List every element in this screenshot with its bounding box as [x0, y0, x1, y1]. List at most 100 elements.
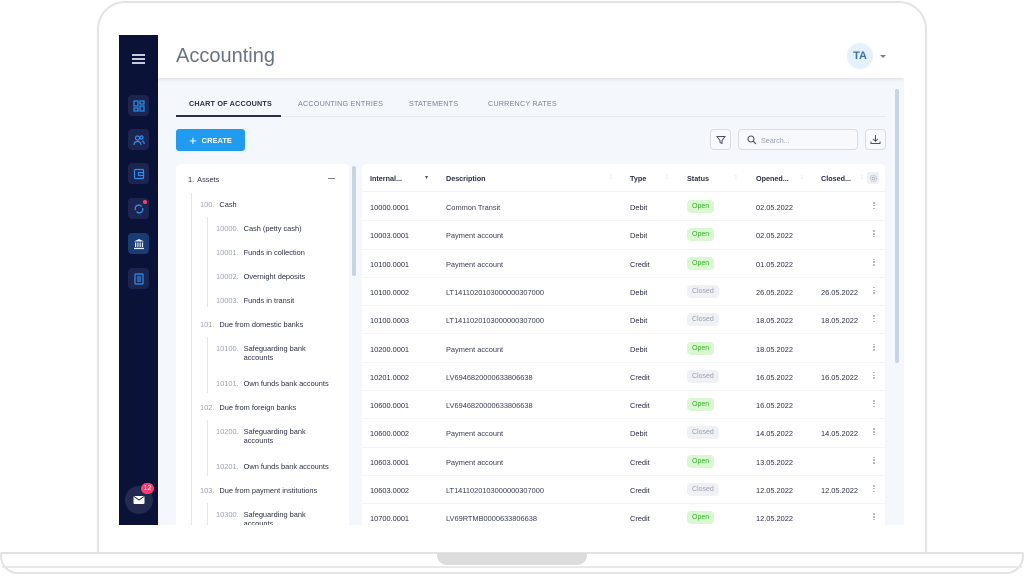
account-tree: 1. Assets 100. Cash 10000. Cash (petty cash… — [176, 164, 349, 525]
table-row[interactable]: 10600.0001 LV6946820000633806638 Credit Ope… — [362, 391, 885, 420]
cell-internal: 10100.0001 — [370, 259, 410, 269]
filter-button[interactable] — [710, 129, 731, 150]
more-vertical-icon[interactable] — [873, 258, 876, 268]
download-button[interactable] — [865, 129, 886, 150]
cell-internal: 10000.0001 — [370, 203, 410, 212]
table-row[interactable]: 10603.0002 LT1411020103000000307000 Credit… — [362, 476, 885, 505]
more-vertical-icon[interactable] — [873, 400, 876, 409]
cell-description: LT1411020103000000307000 — [446, 486, 544, 495]
table-row[interactable]: 10000.0001 Common Transit Debit Open 02.05.2… — [362, 193, 885, 222]
cell-internal: 10201.0002 — [370, 372, 410, 382]
cell-description: Payment account — [446, 344, 504, 354]
sort-icon[interactable]: ⁝ — [610, 174, 612, 181]
collapse-icon[interactable] — [328, 178, 335, 180]
column-status[interactable]: Status — [687, 174, 709, 183]
create-button[interactable]: + CREATE — [176, 129, 245, 151]
more-vertical-icon[interactable] — [873, 230, 876, 239]
sidebar-item-documents[interactable] — [128, 268, 149, 289]
table-row[interactable]: 10200.0001 Payment account Debit Open 18.05.… — [362, 335, 885, 363]
search-input[interactable] — [761, 132, 853, 148]
cell-opened: 12.05.2022 — [756, 514, 793, 524]
tree-item[interactable]: 10100. Safeguarding bank accounts — [216, 344, 316, 362]
cell-type: Credit — [630, 401, 650, 411]
sort-icon[interactable]: ⁝ — [861, 174, 863, 181]
more-vertical-icon[interactable] — [873, 202, 876, 211]
cell-type: Credit — [630, 372, 650, 382]
sort-icon[interactable]: ⁝ — [801, 174, 803, 181]
cell-internal: 10100.0003 — [370, 316, 410, 326]
table-row[interactable]: 10100.0001 Payment account Credit Open 01.05… — [362, 250, 885, 278]
tree-item[interactable]: 10200. Safeguarding bank accounts — [216, 427, 316, 445]
sort-desc-icon[interactable]: ▾ — [425, 174, 428, 181]
sort-icon[interactable]: ⁝ — [666, 174, 668, 181]
table-header: Internal... ▾ Description ⁝ Type ⁝ Statu… — [362, 164, 885, 192]
tab-chart-of-accounts[interactable]: CHART OF ACCOUNTS — [189, 99, 272, 108]
cell-closed: 18.05.2022 — [821, 316, 858, 326]
search-field[interactable] — [738, 129, 858, 150]
cell-opened: 14.05.2022 — [756, 429, 793, 439]
tree-item[interactable]: 10201. Own funds bank accounts — [216, 462, 329, 471]
cell-closed: 26.05.2022 — [821, 287, 858, 297]
filter-icon — [715, 135, 726, 144]
cell-type: Debit — [630, 344, 648, 354]
tree-item[interactable]: 10001. Funds in collection — [216, 248, 305, 257]
sidebar-item-sync[interactable] — [128, 198, 149, 219]
tree-item[interactable]: 102. Due from foreign banks — [200, 403, 296, 412]
more-vertical-icon[interactable] — [873, 428, 876, 437]
page-scrollbar[interactable] — [895, 89, 899, 363]
tree-item[interactable]: 101. Due from domestic banks — [200, 320, 303, 329]
tree-item[interactable]: 10002. Overnight deposits — [216, 272, 305, 281]
tree-item[interactable]: 10101. Own funds bank accounts — [216, 379, 329, 388]
column-internal[interactable]: Internal... — [370, 174, 402, 183]
column-settings-button[interactable] — [867, 172, 879, 184]
tree-item[interactable]: 100. Cash — [200, 200, 237, 209]
cell-opened: 16.05.2022 — [756, 401, 793, 411]
cell-description: Common Transit — [446, 203, 501, 212]
document-icon — [133, 272, 144, 285]
more-vertical-icon[interactable] — [873, 315, 876, 324]
tab-accounting-entries[interactable]: ACCOUNTING ENTRIES — [298, 99, 383, 108]
tree-item[interactable]: 10300. Safeguarding bank accounts — [216, 510, 316, 525]
menu-icon[interactable] — [132, 54, 145, 64]
more-vertical-icon[interactable] — [873, 343, 876, 353]
cell-type: Debit — [630, 429, 648, 439]
cell-type: Debit — [630, 231, 648, 241]
sidebar-item-dashboard[interactable] — [128, 95, 149, 116]
column-closed[interactable]: Closed... — [821, 174, 851, 183]
sidebar-item-bank[interactable] — [128, 233, 149, 254]
more-vertical-icon[interactable] — [873, 371, 876, 381]
tab-statements[interactable]: STATEMENTS — [409, 99, 458, 108]
status-badge: Open — [687, 341, 715, 355]
table-row[interactable]: 10603.0001 Payment account Credit Open 13.05… — [362, 448, 885, 476]
tree-item[interactable]: 103. Due from payment institutions — [200, 486, 317, 495]
tree-item[interactable]: 10000. Cash (petty cash) — [216, 224, 302, 233]
sidebar-item-wallet[interactable] — [128, 163, 149, 184]
chevron-down-icon[interactable] — [880, 55, 886, 58]
cell-type: Debit — [630, 287, 648, 297]
mail-icon — [133, 496, 145, 504]
table-row[interactable]: 10600.0002 Payment account Debit Closed 14.0… — [362, 419, 885, 448]
user-avatar[interactable]: TA — [847, 43, 873, 69]
table-row[interactable]: 10100.0003 LT1411020103000000307000 Debit C… — [362, 306, 885, 335]
tree-scrollbar[interactable] — [352, 166, 356, 276]
sidebar-item-users[interactable] — [128, 129, 149, 150]
table-row[interactable]: 10700.0001 LV69RTMB0000633806638 Credit Ope… — [362, 504, 885, 525]
column-type[interactable]: Type — [630, 174, 646, 183]
sort-icon[interactable]: ⁝ — [735, 174, 737, 181]
cell-closed: 14.05.2022 — [821, 429, 858, 439]
more-vertical-icon[interactable] — [873, 456, 876, 466]
more-vertical-icon[interactable] — [873, 286, 876, 296]
column-description[interactable]: Description — [446, 174, 486, 183]
tree-item[interactable]: 1. Assets — [188, 175, 219, 184]
tree-item[interactable]: 10003. Funds in transit — [216, 296, 294, 305]
status-badge: Open — [687, 200, 715, 213]
table-row[interactable]: 10003.0001 Payment account Debit Open 02.05.… — [362, 221, 885, 250]
tab-currency-rates[interactable]: CURRENCY RATES — [488, 99, 557, 108]
more-vertical-icon[interactable] — [873, 513, 876, 522]
table-row[interactable]: 10100.0002 LT1411020103000000307000 Debit C… — [362, 278, 885, 307]
more-vertical-icon[interactable] — [873, 485, 876, 494]
table-row[interactable]: 10201.0002 LV6946820000633806638 Credit Clo… — [362, 363, 885, 392]
messages-button[interactable]: 12 — [125, 483, 154, 514]
tree-guide — [207, 503, 208, 525]
column-opened[interactable]: Opened... — [756, 174, 789, 183]
